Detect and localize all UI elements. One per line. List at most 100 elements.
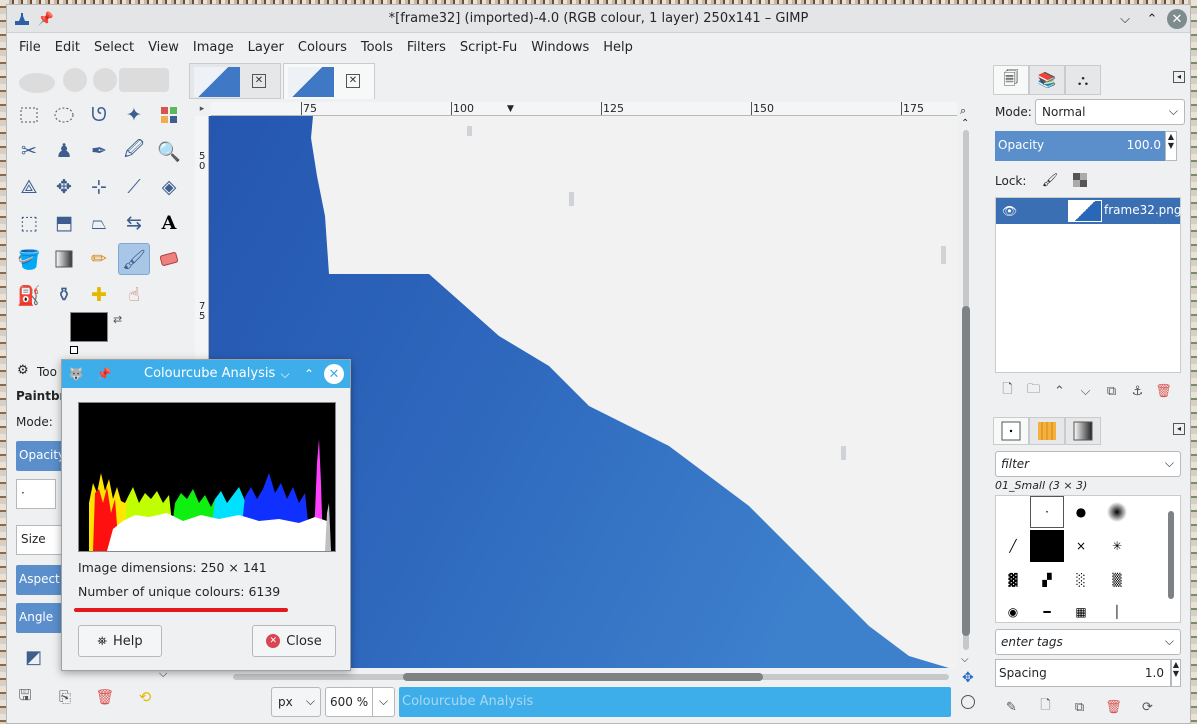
eraser-tool-icon[interactable]	[153, 243, 185, 275]
crop-tool-icon[interactable]: ⬚	[13, 207, 45, 239]
brush-item[interactable]	[1030, 530, 1064, 562]
warp-tool-icon[interactable]: ◈	[153, 171, 185, 203]
title-bar[interactable]: 📌 *[frame32] (imported)-4.0 (RGB colour,…	[7, 5, 1190, 33]
brush-item[interactable]: │	[1100, 596, 1134, 628]
menu-image[interactable]: Image	[186, 40, 241, 55]
layer-mode-select[interactable]: Normal ⌵	[1035, 99, 1185, 125]
rect-select-tool-icon[interactable]	[13, 99, 45, 131]
duplicate-brush-icon[interactable]: ⧉	[1071, 697, 1088, 717]
delete-layer-icon[interactable]: 🗑	[1155, 381, 1172, 401]
angle-slider[interactable]: Angle	[16, 603, 66, 633]
zoom-link-icon[interactable]: ⌕	[960, 104, 966, 118]
restore-options-icon[interactable]: ⎘	[55, 687, 75, 707]
horizontal-ruler[interactable]: 75 100 125 150 175 ▼	[211, 102, 957, 116]
menu-tools[interactable]: Tools	[354, 40, 400, 55]
menu-select[interactable]: Select	[87, 40, 141, 55]
size-field[interactable]: Size	[16, 525, 66, 555]
brush-item[interactable]: ━	[1030, 596, 1064, 628]
menu-colours[interactable]: Colours	[291, 40, 354, 55]
brush-item[interactable]	[1100, 496, 1134, 528]
brush-scrollbar[interactable]	[1165, 497, 1177, 621]
foreground-colour-swatch[interactable]	[70, 312, 108, 342]
brush-spacing-field[interactable]: Spacing 1.0	[995, 659, 1171, 687]
dialog-title-bar[interactable]: 🐺 📌 Colourcube Analysis ⌵ ⌃ ✕	[62, 360, 350, 388]
brush-item[interactable]: ·	[1030, 496, 1064, 528]
close-button[interactable]: ✕ Close	[252, 625, 336, 657]
brush-preview-button[interactable]: ·	[16, 479, 56, 509]
menu-filters[interactable]: Filters	[400, 40, 453, 55]
brush-item[interactable]: ▓	[996, 564, 1030, 596]
menu-edit[interactable]: Edit	[48, 40, 87, 55]
horizontal-scrollbar[interactable]	[223, 670, 959, 684]
paths-tool-icon[interactable]: ✒	[83, 135, 115, 167]
brush-item[interactable]: ×	[1064, 530, 1098, 562]
brush-item[interactable]: ✳	[1100, 530, 1134, 562]
patterns-tab-icon[interactable]	[1029, 417, 1065, 445]
close-dialog-button[interactable]: ✕	[324, 364, 344, 384]
menu-help[interactable]: Help	[596, 40, 640, 55]
lower-layer-icon[interactable]: ⌵	[1077, 381, 1094, 401]
layer-row[interactable]: 👁 frame32.png	[996, 198, 1182, 224]
raise-layer-icon[interactable]: ⌃	[1051, 381, 1068, 401]
channels-tab-icon[interactable]: 📚	[1029, 65, 1065, 95]
dynamics-icon[interactable]: ◩	[25, 647, 42, 668]
chevron-down-icon[interactable]: ⌵	[372, 688, 394, 716]
paintbrush-tool-icon[interactable]: 🖌	[118, 243, 150, 275]
zoom-tool-icon[interactable]: 🔍	[153, 135, 185, 167]
foreground-select-tool-icon[interactable]: ♟	[48, 135, 80, 167]
pin-icon[interactable]: 📌	[96, 366, 112, 382]
lasso-tool-icon[interactable]: ᘎ	[83, 99, 115, 131]
brush-item[interactable]: ▦	[1064, 596, 1098, 628]
colour-picker-tool-icon[interactable]: 🖉	[118, 135, 150, 167]
select-by-colour-tool-icon[interactable]	[153, 99, 185, 131]
brush-filter-field[interactable]: filter ⌵	[995, 451, 1181, 477]
menu-windows[interactable]: Windows	[524, 40, 596, 55]
maximize-button[interactable]: ⌃	[300, 365, 318, 383]
lock-pixels-icon[interactable]: 🖌	[1041, 171, 1059, 189]
dock-menu-icon[interactable]: ◂	[1173, 423, 1185, 435]
layers-tab-icon[interactable]: 🗐	[993, 65, 1029, 95]
smudge-tool-icon[interactable]: ☝	[118, 279, 150, 311]
text-tool-icon[interactable]: A	[153, 207, 185, 239]
gradients-tab-icon[interactable]	[1065, 417, 1101, 445]
navigate-icon[interactable]: ✥	[962, 670, 974, 686]
visibility-eye-icon[interactable]: 👁	[1002, 204, 1017, 218]
default-colours-icon[interactable]	[70, 346, 78, 354]
image-tab-2[interactable]: ✕	[283, 63, 375, 99]
scissors-tool-icon[interactable]: ✂	[13, 135, 45, 167]
rotate-tool-icon[interactable]: ⬒	[48, 207, 80, 239]
cancel-icon[interactable]	[961, 695, 975, 709]
brush-item[interactable]: ●	[1064, 496, 1098, 528]
duplicate-layer-icon[interactable]: ⧉	[1103, 381, 1120, 401]
perspective-tool-icon[interactable]: ⏢	[83, 207, 115, 239]
aspect-slider[interactable]: Aspect	[16, 565, 66, 595]
close-window-button[interactable]: ✕	[1167, 9, 1187, 29]
airbrush-tool-icon[interactable]: ⛽	[13, 279, 45, 311]
spacing-spinner[interactable]: ▲ ▼	[1171, 659, 1181, 687]
menu-view[interactable]: View	[141, 40, 186, 55]
lock-alpha-icon[interactable]	[1071, 171, 1089, 189]
menu-layer[interactable]: Layer	[241, 40, 291, 55]
brush-item[interactable]: ▒	[1100, 564, 1134, 596]
edit-brush-icon[interactable]: ✎	[1003, 697, 1020, 717]
minimize-button[interactable]: ⌵	[1115, 9, 1135, 29]
brush-item[interactable]: ░	[1064, 564, 1098, 596]
close-tab-icon[interactable]: ✕	[252, 74, 266, 88]
pencil-tool-icon[interactable]: ✏	[83, 243, 115, 275]
ellipse-select-tool-icon[interactable]	[48, 99, 80, 131]
measure-tool-icon[interactable]: ⟁	[13, 171, 45, 203]
bucket-fill-tool-icon[interactable]: 🪣	[13, 243, 45, 275]
image-tab-1[interactable]: ✕	[189, 63, 281, 99]
brush-tags-field[interactable]: enter tags ⌵	[995, 629, 1181, 655]
layer-name[interactable]: frame32.png	[1104, 203, 1182, 217]
fuzzy-select-tool-icon[interactable]: ✦	[118, 99, 150, 131]
help-button[interactable]: ⛯ Help	[78, 625, 162, 657]
menu-script-fu[interactable]: Script-Fu	[453, 40, 524, 55]
transform-tool-icon[interactable]: ⟋	[118, 171, 150, 203]
minimize-button[interactable]: ⌵	[276, 365, 294, 383]
layer-opacity-slider[interactable]: Opacity 100.0	[995, 131, 1165, 161]
new-layer-icon[interactable]: 🗋	[999, 381, 1016, 401]
brush-item[interactable]: ▞	[1030, 564, 1064, 596]
quick-mask-toggle-icon[interactable]: ▸	[195, 102, 209, 116]
paths-tab-icon[interactable]: ⛬	[1065, 65, 1101, 95]
